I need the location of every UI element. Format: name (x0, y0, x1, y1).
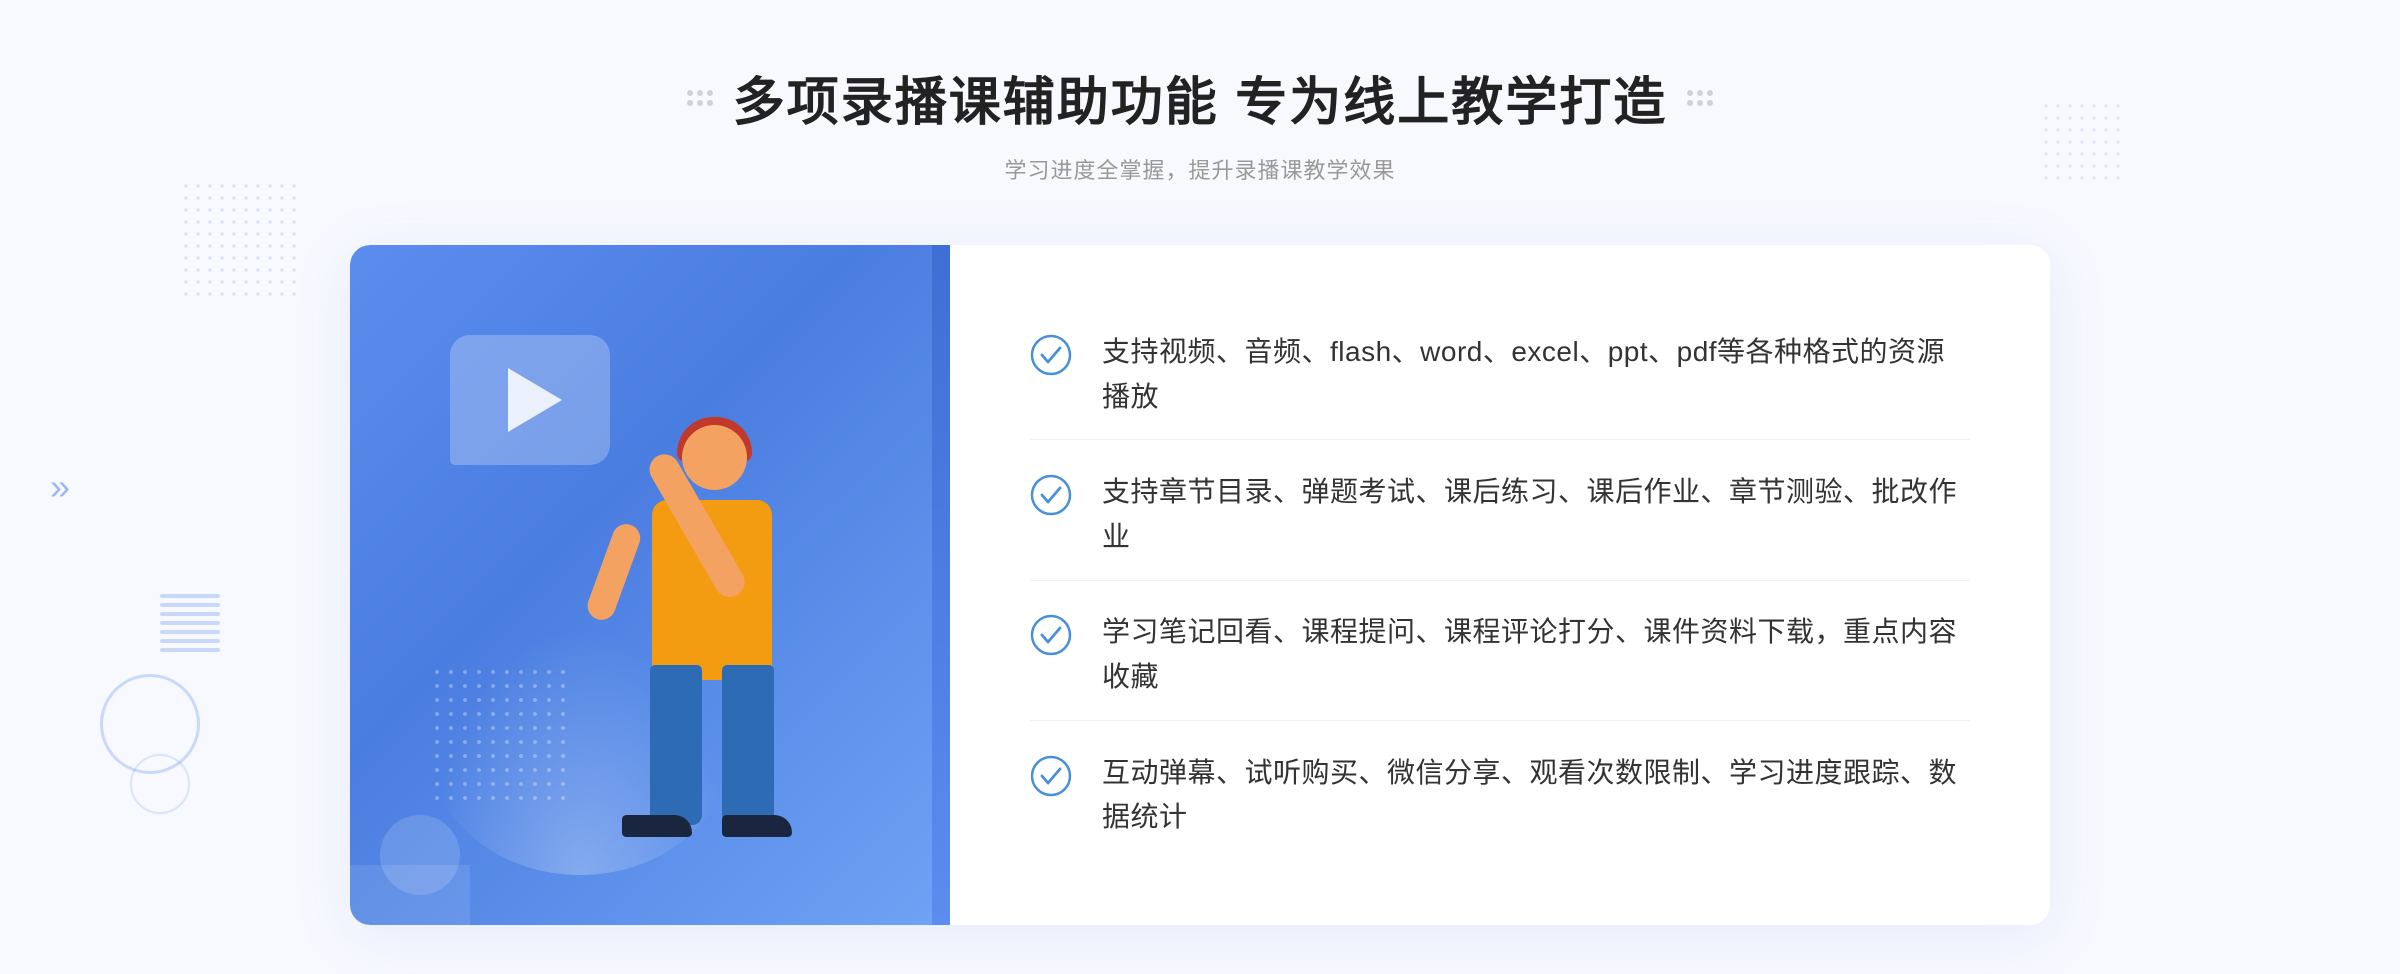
bg-dots-left (180, 180, 300, 300)
page-sub-title: 学习进度全掌握，提升录播课教学效果 (687, 153, 1713, 185)
half-circle-2 (350, 865, 470, 925)
left-dot-group (687, 90, 713, 106)
page-main-title: 多项录播课辅助功能 专为线上教学打造 (733, 60, 1667, 135)
check-icon-4 (1030, 755, 1072, 797)
lines-decoration (160, 594, 220, 674)
fig-shoe-right (722, 815, 792, 837)
illustration-area (350, 245, 950, 925)
main-card: 支持视频、音频、flash、word、excel、ppt、pdf等各种格式的资源… (350, 245, 2050, 925)
header-section: 多项录播课辅助功能 专为线上教学打造 学习进度全掌握，提升录播课教学效果 (687, 60, 1713, 185)
fig-arm-left (584, 520, 645, 624)
page-container: » 多项录播课辅助功能 专为线上教学打造 学习进度全掌握，提升录播课教学效果 (0, 0, 2400, 974)
fig-shoe-left (622, 815, 692, 837)
play-icon (508, 368, 562, 432)
blue-accent-bar (932, 245, 950, 925)
check-icon-3 (1030, 614, 1072, 656)
bg-dots-right (2040, 100, 2120, 180)
feature-text-3: 学习笔记回看、课程提问、课程评论打分、课件资料下载，重点内容收藏 (1102, 610, 1970, 700)
check-icon-1 (1030, 334, 1072, 376)
title-row: 多项录播课辅助功能 专为线上教学打造 (687, 60, 1713, 135)
left-chevron-decoration: » (50, 466, 62, 508)
feature-text-2: 支持章节目录、弹题考试、课后练习、课后作业、章节测验、批改作业 (1102, 470, 1970, 560)
fig-head (682, 425, 747, 490)
features-content-area: 支持视频、音频、flash、word、excel、ppt、pdf等各种格式的资源… (950, 245, 2050, 925)
fig-pants-left (650, 665, 702, 825)
fig-pants-right (722, 665, 774, 825)
feature-item-4: 互动弹幕、试听购买、微信分享、观看次数限制、学习进度跟踪、数据统计 (1030, 731, 1970, 861)
check-icon-2 (1030, 474, 1072, 516)
figure-illustration (522, 425, 842, 925)
circle-decoration-2 (130, 754, 190, 814)
feature-text-1: 支持视频、音频、flash、word、excel、ppt、pdf等各种格式的资源… (1102, 330, 1970, 420)
feature-item-3: 学习笔记回看、课程提问、课程评论打分、课件资料下载，重点内容收藏 (1030, 590, 1970, 721)
feature-text-4: 互动弹幕、试听购买、微信分享、观看次数限制、学习进度跟踪、数据统计 (1102, 751, 1970, 841)
feature-item-2: 支持章节目录、弹题考试、课后练习、课后作业、章节测验、批改作业 (1030, 450, 1970, 581)
right-dot-group (1687, 90, 1713, 106)
feature-item-1: 支持视频、音频、flash、word、excel、ppt、pdf等各种格式的资源… (1030, 310, 1970, 441)
